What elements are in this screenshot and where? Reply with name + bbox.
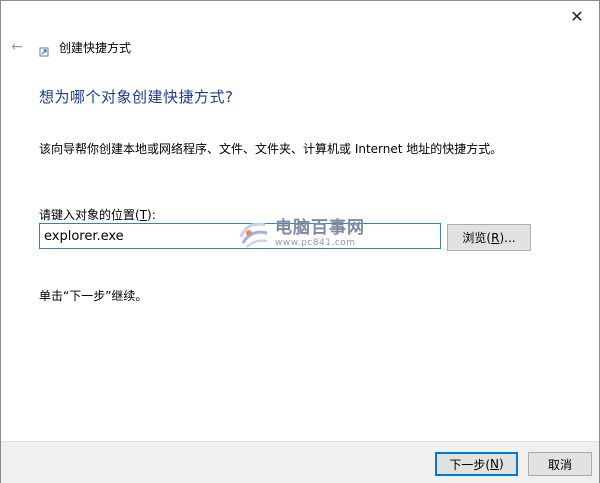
location-label-suffix: ): [147, 208, 156, 222]
page-heading: 想为哪个对象创建快捷方式? [39, 88, 234, 106]
wizard-header: ← 创建快捷方式 [9, 38, 132, 57]
cancel-button[interactable]: 取消 [528, 452, 592, 476]
continue-hint: 单击“下一步”继续。 [39, 289, 148, 303]
shortcut-wizard-icon [39, 42, 49, 57]
location-label-text: 请键入对象的位置( [39, 208, 140, 222]
location-label: 请键入对象的位置(T): [39, 206, 156, 223]
browse-label: 浏览( [462, 231, 492, 245]
location-label-accesskey: T [139, 208, 148, 222]
back-button[interactable]: ← [9, 39, 25, 55]
next-accesskey: N [490, 457, 499, 471]
next-button[interactable]: 下一步(N) [435, 452, 518, 476]
wizard-title: 创建快捷方式 [59, 40, 132, 55]
browse-label-suffix: )... [499, 230, 516, 245]
wizard-footer: 下一步(N) 取消 [1, 441, 599, 483]
browse-button[interactable]: 浏览(R)... [447, 224, 531, 251]
next-label-suffix: ) [498, 457, 504, 471]
back-arrow-icon: ← [11, 39, 23, 55]
close-button[interactable]: ✕ [555, 1, 599, 31]
browse-accesskey: R [491, 230, 500, 245]
wizard-description: 该向导帮你创建本地或网络程序、文件、文件夹、计算机或 Internet 地址的快… [39, 142, 503, 156]
next-label: 下一步( [449, 457, 490, 472]
wizard-window: ✕ ← 创建快捷方式 想为哪个对象创建快捷方式? 该向导帮你创建本地或网络程序、… [0, 0, 600, 483]
location-input[interactable] [39, 223, 441, 249]
close-icon: ✕ [570, 6, 584, 26]
